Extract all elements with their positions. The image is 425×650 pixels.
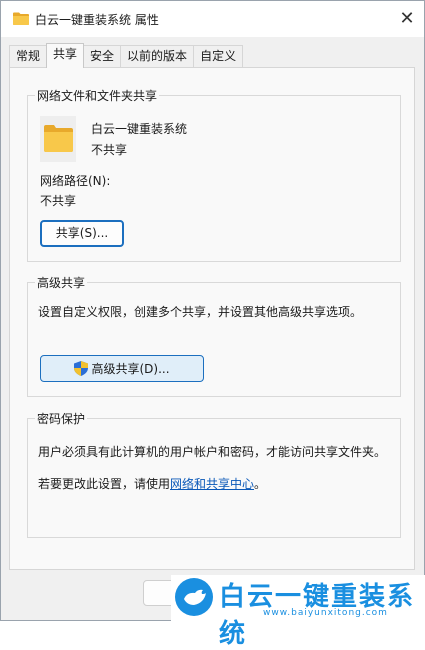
network-path-value: 不共享 bbox=[40, 194, 77, 208]
title-bar: 白云一键重装系统 属性 ✕ bbox=[1, 1, 424, 37]
folder-icon bbox=[13, 12, 29, 25]
bird-logo-icon bbox=[175, 578, 213, 616]
advanced-share-button-label: 高级共享(D)... bbox=[91, 362, 170, 376]
folder-share-status: 不共享 bbox=[91, 143, 128, 157]
hint-prefix: 若要更改此设置，请使用 bbox=[38, 477, 171, 491]
advanced-share-group: 高级共享 设置自定义权限，创建多个共享，并设置其他高级共享选项。 高级共享(D)… bbox=[27, 274, 401, 397]
close-icon: ✕ bbox=[399, 7, 415, 29]
password-protection-group: 密码保护 用户必须具有此计算机的用户帐户和密码，才能访问共享文件夹。 若要更改此… bbox=[27, 410, 401, 538]
advanced-share-description: 设置自定义权限，创建多个共享，并设置其他高级共享选项。 bbox=[38, 305, 363, 319]
properties-dialog: 白云一键重装系统 属性 ✕ 常规 共享 安全 以前的版本 自定义 网络文件和文件… bbox=[0, 0, 425, 649]
tab-strip: 常规 共享 安全 以前的版本 自定义 bbox=[9, 43, 244, 68]
tab-sharing[interactable]: 共享 bbox=[46, 43, 85, 68]
password-description: 用户必须具有此计算机的用户帐户和密码，才能访问共享文件夹。 bbox=[38, 445, 387, 459]
watermark-url: www.baiyunxitong.com bbox=[263, 608, 388, 618]
network-path-label: 网络路径(N): bbox=[40, 174, 111, 188]
group-title: 网络文件和文件夹共享 bbox=[35, 87, 160, 104]
folder-icon bbox=[40, 116, 76, 162]
group-title: 密码保护 bbox=[35, 410, 88, 427]
password-change-hint: 若要更改此设置，请使用网络和共享中心。 bbox=[38, 475, 266, 492]
tab-previous-versions[interactable]: 以前的版本 bbox=[120, 45, 195, 67]
network-sharing-center-link[interactable]: 网络和共享中心 bbox=[170, 477, 254, 491]
watermark: 白云一键重装系统 www.baiyunxitong.com bbox=[171, 575, 425, 649]
tab-security[interactable]: 安全 bbox=[83, 45, 122, 67]
tab-general[interactable]: 常规 bbox=[9, 45, 48, 67]
sharing-panel: 网络文件和文件夹共享 白云一键重装系统 不共享 网络路径(N): 不共享 共享(… bbox=[9, 67, 415, 570]
window-title: 白云一键重装系统 属性 bbox=[35, 13, 159, 27]
hint-suffix: 。 bbox=[254, 477, 267, 491]
network-share-group: 网络文件和文件夹共享 白云一键重装系统 不共享 网络路径(N): 不共享 共享(… bbox=[27, 87, 401, 262]
advanced-share-button[interactable]: 高级共享(D)... bbox=[40, 355, 204, 382]
uac-shield-icon bbox=[74, 361, 89, 376]
close-button[interactable]: ✕ bbox=[390, 1, 424, 35]
tab-customize[interactable]: 自定义 bbox=[193, 45, 244, 67]
share-button[interactable]: 共享(S)... bbox=[40, 220, 124, 247]
folder-name: 白云一键重装系统 bbox=[91, 122, 188, 136]
group-title: 高级共享 bbox=[35, 274, 88, 291]
